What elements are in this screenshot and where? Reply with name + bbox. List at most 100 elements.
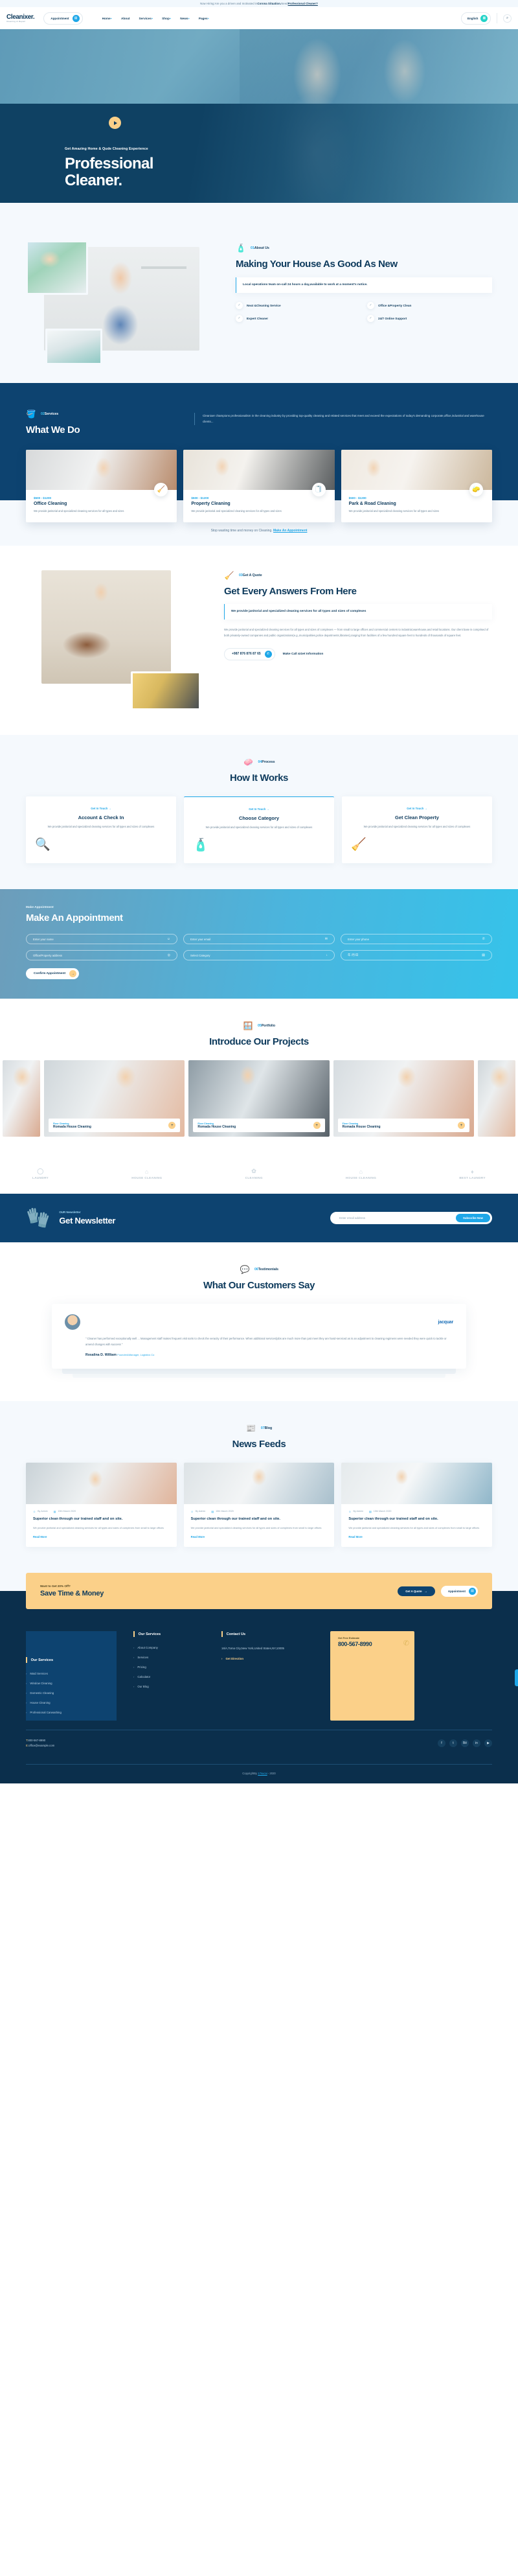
footer-link[interactable]: › Calculator — [133, 1675, 205, 1678]
nav-item-news[interactable]: News+ — [180, 17, 190, 20]
blog-card-list: ☺ By Admin ▤ 15th March 2020 Superior clea… — [26, 1462, 493, 1548]
check-icon: ✓ — [367, 314, 374, 322]
input-placeholder: Select Category — [190, 953, 210, 957]
appointment-category-select[interactable]: Select Category ↓ — [183, 950, 335, 961]
plus-icon[interactable]: + — [168, 1122, 176, 1130]
hero-title-line2: Cleaner. — [65, 171, 122, 189]
phone-value[interactable]: 800-567-8990 — [28, 1739, 45, 1742]
services-cta-link[interactable]: Make An Appointment — [273, 529, 307, 533]
footer-link[interactable]: › Professional Carwashing — [26, 1711, 117, 1714]
footer-link[interactable]: › Our Blog — [133, 1685, 205, 1688]
appointment-date-input[interactable]: 年 /月/日 ▤ — [341, 950, 492, 961]
behance-icon[interactable]: Bē — [461, 1739, 469, 1748]
announcement-prefix: Now Hiring: — [200, 2, 215, 5]
blog-card[interactable]: ☺ By Admin ▤ 15th March 2020 Superior clea… — [183, 1462, 335, 1548]
blog-image — [341, 1462, 493, 1504]
appointment-phone-input[interactable]: Enter your phone ✆ — [341, 934, 492, 945]
phone-icon: ✆ — [482, 937, 485, 942]
plus-icon[interactable]: + — [457, 1122, 465, 1130]
appointment-email-input[interactable]: Enter your email ✉ — [183, 934, 335, 945]
portfolio-item[interactable]: Floor Cleaning Romada House Cleaning + — [188, 1060, 330, 1137]
newsletter-subscribe-button[interactable]: Subscribe Now — [455, 1214, 490, 1223]
brand-logo: ♦ BEST LAUNDRY — [459, 1168, 486, 1179]
portfolio-item-next[interactable] — [477, 1060, 515, 1137]
play-icon[interactable] — [109, 117, 121, 129]
services-title: What We Do — [26, 424, 80, 435]
youtube-icon[interactable]: ▶ — [484, 1739, 492, 1748]
footer-link[interactable]: › Pricing — [133, 1665, 205, 1669]
email-value[interactable]: office@example.com — [28, 1744, 54, 1747]
footer-link[interactable]: › Domestic Cleaning — [26, 1691, 117, 1695]
process-card-title: Account & Check In — [78, 814, 124, 820]
process-link[interactable]: Get In Touch → — [351, 807, 483, 810]
promo-quote-button[interactable]: Get A Quote → — [398, 1586, 435, 1596]
footer-link[interactable]: › House Cleaning — [26, 1701, 117, 1704]
process-link[interactable]: Get In Touch → — [193, 807, 325, 811]
service-card[interactable]: 🧻 $500 - $1200 Property Cleaning We prov… — [183, 450, 335, 522]
brand-logo: ⌂ HOUSE CLEANING — [346, 1168, 376, 1179]
copyright-link[interactable]: 17sucai — [258, 1772, 267, 1775]
blog-read-more[interactable]: Read More — [26, 1530, 177, 1547]
twitter-icon[interactable]: t — [449, 1739, 457, 1748]
service-card[interactable]: 🧹 $500 - $1200 Office Cleaning We provid… — [26, 450, 177, 522]
copyright-prefix: CopyrightBy — [242, 1772, 258, 1776]
blog-card[interactable]: ☺ By Admin ▤ 15th March 2020 Superior clea… — [26, 1462, 177, 1548]
calendar-icon: ▤ — [72, 14, 80, 22]
spray-bottle-icon: 🧴 — [236, 244, 246, 253]
process-card[interactable]: Get In Touch → Account & Check In We pro… — [26, 796, 176, 864]
portfolio-item[interactable]: Floor Cleaning Romada House Cleaning + — [333, 1060, 474, 1137]
footer-free-estimate-box[interactable]: Get Free Estimate 800-567-8990 ✆ — [330, 1631, 414, 1721]
announcement-link[interactable]: Professional Cleaner? — [288, 2, 318, 5]
nav-item-home[interactable]: Home+ — [102, 17, 112, 20]
nav-item-services[interactable]: Services+ — [139, 17, 153, 20]
promo-appointment-button[interactable]: Appointment ▤ — [440, 1585, 478, 1597]
footer-link[interactable]: › About Company — [133, 1646, 205, 1649]
blog-read-more[interactable]: Read More — [341, 1530, 492, 1547]
nav-item-shop[interactable]: Shop+ — [162, 17, 171, 20]
chevron-right-icon: › — [133, 1685, 135, 1689]
appointment-address-input[interactable]: Office/Property address ◎ — [26, 950, 177, 961]
process-card[interactable]: Get In Touch → Choose Category We provid… — [184, 796, 334, 864]
process-link[interactable]: Get In Touch → — [35, 807, 167, 810]
process-card[interactable]: Get In Touch → Get Clean Property We pro… — [342, 796, 492, 864]
blog-card[interactable]: ☺ By Admin ▤ 15th March 2020 Superior clea… — [341, 1462, 493, 1548]
site-logo[interactable]: Cleanixer. Cleaning & Repair — [6, 14, 35, 23]
blog-post-title[interactable]: Superior clean through our trained staff… — [184, 1513, 335, 1522]
portfolio-item-prev[interactable] — [3, 1060, 40, 1137]
service-card[interactable]: 🧽 $500 - $1200 Park & Road Cleaning We p… — [341, 450, 492, 522]
nav-item-pages[interactable]: Pages+ — [199, 17, 209, 20]
portfolio-item[interactable]: Floor Cleaning Romada House Cleaning + — [44, 1060, 185, 1137]
footer-link[interactable]: › Window Cleaning — [26, 1682, 117, 1685]
header-appointment-button[interactable]: Appointment ▤ — [43, 12, 83, 25]
blog-post-title[interactable]: Superior clean through our trained staff… — [26, 1513, 177, 1522]
blog-title: News Feeds — [232, 1438, 286, 1450]
arrow-right-icon: → — [424, 806, 427, 810]
service-price: $500 - $1200 — [191, 496, 209, 500]
language-label: English — [467, 16, 479, 20]
footer-get-direction-link[interactable]: › Get Direction — [221, 1657, 319, 1660]
nav-label: Shop — [162, 16, 170, 20]
language-selector[interactable]: English ▦ — [460, 12, 491, 25]
appointment-name-input[interactable]: Enter your name ☺ — [26, 934, 177, 945]
search-icon[interactable]: ⌕ — [503, 14, 512, 23]
quote-phone-button[interactable]: +987 876 876 87 65 ✆ — [224, 647, 275, 660]
blog-read-more[interactable]: Read More — [184, 1530, 335, 1547]
footer-link[interactable]: › Maid Services — [26, 1672, 117, 1675]
newsletter-email-input[interactable]: Enter email address — [339, 1216, 456, 1220]
linkedin-icon[interactable]: in — [473, 1739, 480, 1748]
facebook-icon[interactable]: f — [438, 1739, 445, 1748]
testimonial-author-name: Rosalina D. William — [85, 1352, 117, 1357]
about-title: Making Your House As Good As New — [236, 259, 398, 270]
hero-section: Get Amazing Home & Qude Cleaning Experie… — [0, 29, 518, 203]
blog-post-title[interactable]: Superior clean through our trained staff… — [341, 1513, 492, 1522]
plus-icon[interactable]: + — [313, 1122, 321, 1130]
testimonials-eyebrow-label: Testimonials — [258, 1268, 279, 1272]
nav-item-about[interactable]: About — [121, 17, 130, 20]
nav-label: Services — [139, 16, 152, 20]
footer-link[interactable]: › Services — [133, 1656, 205, 1659]
input-placeholder: 年 /月/日 — [348, 953, 359, 957]
scroll-to-top-button[interactable] — [515, 1669, 518, 1687]
appointment-submit-button[interactable]: Confirm Appointment → — [26, 968, 80, 980]
appointment-title: Make An Appointment — [26, 912, 123, 924]
footer-contact-details: T:800-567-8990 E:office@example.com — [26, 1738, 54, 1748]
